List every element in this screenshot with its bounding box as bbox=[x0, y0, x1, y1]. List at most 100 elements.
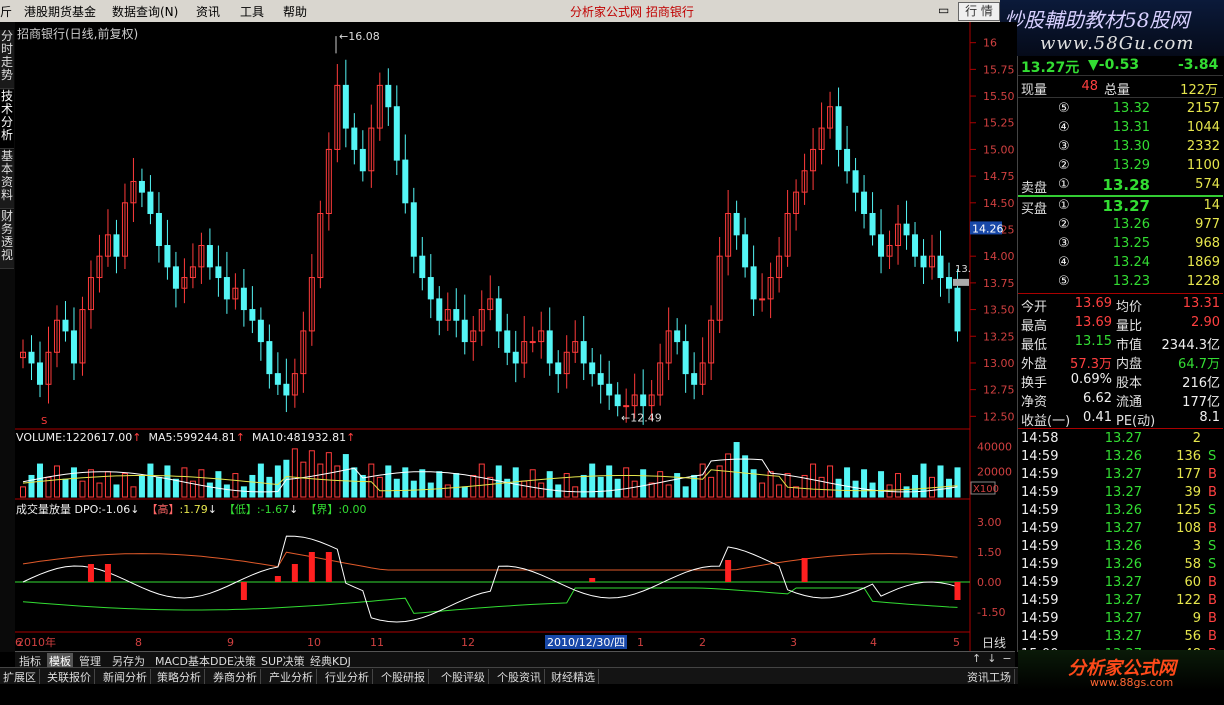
y-tick-label: 13.25 bbox=[983, 330, 1015, 343]
tick-side: S bbox=[1208, 539, 1217, 554]
kline-chart[interactable]: ←16.08 ←12.49 S 40000 20000 X100 3.00 1.50 0.0… bbox=[15, 22, 1017, 652]
tick-side: S bbox=[1208, 503, 1217, 518]
stat-value: 0.69% bbox=[1070, 372, 1112, 387]
signal-marker: S bbox=[41, 416, 47, 427]
sell-level-row[interactable]: ④ 13.31 1044 bbox=[1018, 119, 1223, 138]
menu-item-help[interactable]: 帮助 bbox=[283, 3, 307, 20]
buy1-volume: 14 bbox=[1203, 198, 1220, 213]
stat-value: 0.41 bbox=[1083, 410, 1112, 425]
stat-value: 2344.3亿 bbox=[1161, 338, 1221, 353]
info-workshop-tab[interactable]: 资讯工场 bbox=[964, 669, 1015, 685]
extension-tab[interactable]: 券商分析 bbox=[210, 669, 261, 685]
tick-time: 14:59 bbox=[1021, 449, 1059, 464]
menu-item-partial[interactable]: 斤 bbox=[0, 3, 12, 20]
tick-volume: 125 bbox=[1176, 503, 1201, 518]
y-tick-label: 14.50 bbox=[983, 197, 1015, 210]
current-price-text: 14.26 bbox=[972, 222, 1004, 235]
candle-body bbox=[504, 330, 511, 353]
tick-time: 14:59 bbox=[1021, 611, 1059, 626]
extension-tab[interactable]: 财经精选 bbox=[548, 669, 599, 685]
stat-label: 最高 bbox=[1021, 319, 1048, 334]
candle-body bbox=[436, 298, 443, 321]
buy-level-row[interactable]: ② 13.26 977 bbox=[1018, 216, 1223, 235]
sell-level-row[interactable]: ⑤ 13.32 2157 bbox=[1018, 100, 1223, 119]
logo-ad[interactable]: 分析家公式网 www.88gs.com bbox=[1018, 650, 1224, 690]
menu-item-news[interactable]: 资讯 bbox=[196, 3, 220, 20]
volume-bar bbox=[427, 482, 434, 498]
candle-body bbox=[402, 159, 409, 204]
extension-tab[interactable]: 新闻分析 bbox=[100, 669, 151, 685]
dpo-header: 成交量放量 DPO:-1.06↓ 【高】:1.79↓ 【低】:-1.67↓ 【界… bbox=[16, 503, 367, 516]
buy1-row[interactable]: 买盘 ① 13.27 14 bbox=[1018, 197, 1223, 217]
sell-level-price: 13.30 bbox=[1112, 139, 1150, 154]
price-marker bbox=[953, 278, 969, 286]
extension-tab[interactable]: 个股研报 bbox=[378, 669, 429, 685]
sell-level-num: ⑤ bbox=[1058, 101, 1070, 116]
tick-time: 14:59 bbox=[1021, 557, 1059, 572]
volume-bar bbox=[920, 463, 927, 498]
volume-value: 1220617.00 bbox=[65, 431, 133, 444]
candle-body bbox=[529, 341, 536, 344]
sell-level-row[interactable]: ② 13.29 1100 bbox=[1018, 157, 1223, 176]
volume-bar bbox=[742, 455, 749, 498]
candle-body bbox=[385, 84, 392, 108]
buy-level-row[interactable]: ④ 13.24 1869 bbox=[1018, 254, 1223, 273]
menu-item-tools[interactable]: 工具 bbox=[240, 3, 264, 20]
window-minimize-icon[interactable]: ▭ bbox=[938, 3, 949, 17]
left-tabs: 分时走势 技术分析 基本资料 财务透视 bbox=[0, 22, 16, 652]
ad-banner[interactable]: 炒股輔助教材58股网 www.58Gu.com bbox=[1000, 0, 1224, 58]
buy-level-volume: 1228 bbox=[1186, 274, 1220, 289]
candle-body bbox=[461, 319, 468, 343]
volume-bar bbox=[172, 478, 179, 498]
volume-row: 现量 48 总量 122万 bbox=[1018, 78, 1223, 98]
extension-tab[interactable]: 策略分析 bbox=[154, 669, 205, 685]
tab-fundamentals[interactable]: 基本资料 bbox=[0, 150, 14, 209]
menu-item-hk[interactable]: 港股期货基金 bbox=[24, 3, 96, 20]
period-label[interactable]: 日线 bbox=[982, 634, 1006, 651]
extension-tab[interactable]: 个股资讯 bbox=[494, 669, 545, 685]
buy1-num: ① bbox=[1058, 198, 1070, 213]
buy-level-row[interactable]: ③ 13.25 968 bbox=[1018, 235, 1223, 254]
banner-url: www.58Gu.com bbox=[1040, 33, 1195, 54]
banner-title: 炒股輔助教材58股网 bbox=[1004, 8, 1190, 32]
buy-level-num: ③ bbox=[1058, 236, 1070, 251]
extension-tab[interactable]: 关联报价 bbox=[44, 669, 95, 685]
volume-bar bbox=[597, 476, 604, 498]
tab-technical[interactable]: 技术分析 bbox=[0, 90, 14, 149]
extension-tab[interactable]: 产业分析 bbox=[266, 669, 317, 685]
candle-body bbox=[62, 319, 69, 332]
buy-level-row[interactable]: ⑤ 13.23 1228 bbox=[1018, 273, 1223, 292]
low-label: ←12.49 bbox=[621, 411, 662, 424]
sell-level-volume: 1044 bbox=[1186, 120, 1220, 135]
extension-tab[interactable]: 扩展区 bbox=[0, 669, 40, 685]
x-label: 4 bbox=[870, 636, 877, 649]
extension-tab[interactable]: 个股评级 bbox=[438, 669, 489, 685]
sell-level-row[interactable]: ③ 13.30 2332 bbox=[1018, 138, 1223, 157]
quote-button[interactable]: 行 情 bbox=[958, 2, 1000, 21]
x-label: 9 bbox=[227, 636, 234, 649]
stat-label: 市值 bbox=[1116, 338, 1143, 353]
volume-bar bbox=[861, 469, 868, 498]
total-vol-label: 总量 bbox=[1104, 83, 1131, 98]
date-cursor-label: 2010/12/30/四 bbox=[547, 636, 625, 649]
sell1-label: 卖盘 bbox=[1021, 181, 1048, 196]
menu-item-data[interactable]: 数据查询(N) bbox=[112, 3, 178, 20]
dpo-low-value: -1.67 bbox=[260, 503, 290, 516]
tick-time: 14:58 bbox=[1021, 431, 1059, 446]
volume-bar bbox=[155, 476, 162, 498]
tick-volume: 2 bbox=[1192, 431, 1201, 446]
y-tick-label: 13.50 bbox=[983, 304, 1015, 317]
x-label: 1 bbox=[637, 636, 644, 649]
sell1-row[interactable]: 卖盘 ① 13.28 574 bbox=[1018, 176, 1223, 197]
sell-level-price: 13.29 bbox=[1112, 158, 1150, 173]
logo-url: www.88gs.com bbox=[1090, 676, 1174, 689]
volume-bar bbox=[62, 478, 69, 498]
extension-tab[interactable]: 行业分析 bbox=[322, 669, 373, 685]
tab-intraday[interactable]: 分时走势 bbox=[0, 30, 14, 89]
buy1-price: 13.27 bbox=[1102, 197, 1150, 215]
tab-finance[interactable]: 财务透视 bbox=[0, 210, 14, 269]
stat-label: 均价 bbox=[1116, 300, 1143, 315]
candle-body bbox=[597, 373, 604, 385]
volume-bar bbox=[835, 478, 842, 498]
sell-level-price: 13.31 bbox=[1112, 120, 1150, 135]
